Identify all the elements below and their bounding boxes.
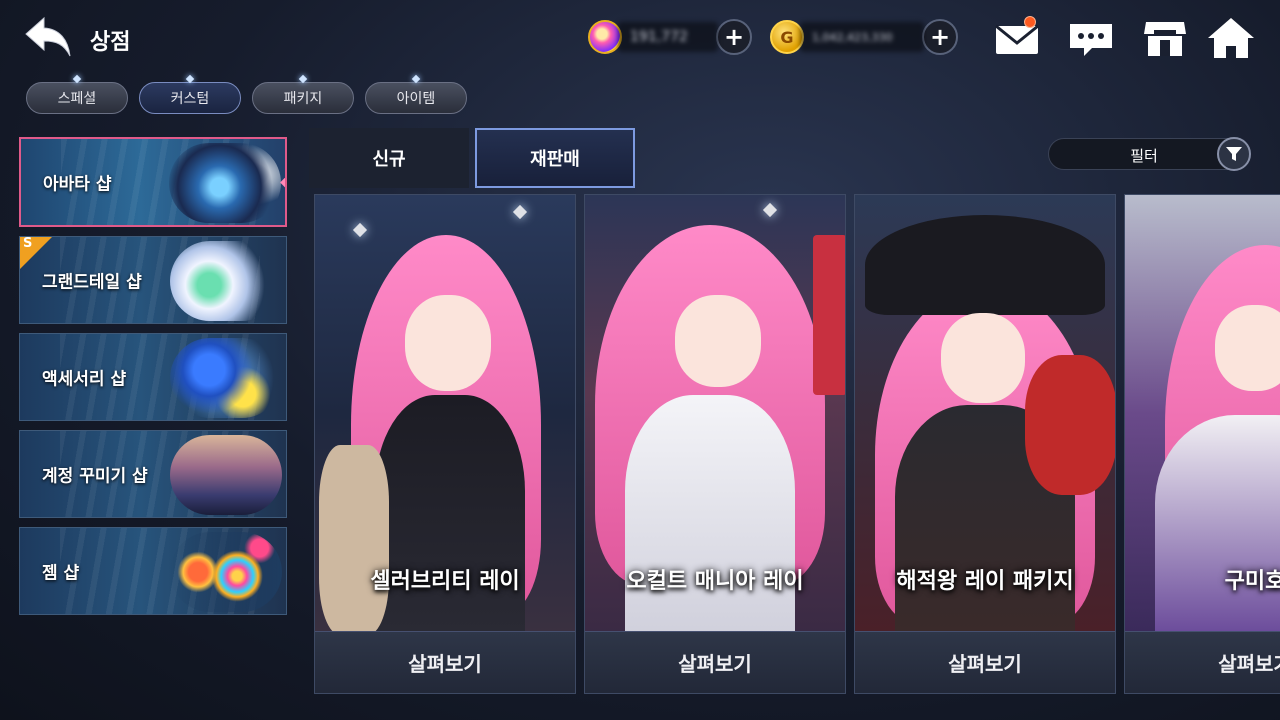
filter-label: 필터 [1130, 147, 1158, 165]
product-card[interactable]: 해적왕 레이 패키지 살펴보기 [854, 194, 1116, 694]
filter-dropdown[interactable]: 필터 [1048, 137, 1251, 171]
tab-item[interactable]: 아이템 [365, 74, 467, 114]
sidebar-item-accessory-shop[interactable]: 액세서리 샵 [19, 333, 287, 421]
sidebar-item-label: 액세서리 샵 [42, 369, 127, 390]
sub-tabs: 신규 재판매 [309, 128, 635, 188]
star-icon [298, 74, 308, 84]
sidebar-item-grandtale-shop[interactable]: S 그랜드테일 샵 [19, 236, 287, 324]
gold-balance: 1,042,423,330 [800, 22, 924, 52]
product-name: 오컬트 매니아 레이 [626, 569, 804, 594]
sidebar-item-label: 아바타 샵 [43, 174, 112, 195]
tab-special[interactable]: 스페셜 [26, 74, 128, 114]
gem-icon [588, 20, 622, 54]
top-bar: 상점 191,772 + G 1,042,423,330 + [0, 0, 1280, 76]
star-icon [185, 74, 195, 84]
sidebar-item-account-decor-shop[interactable]: 계정 꾸미기 샵 [19, 430, 287, 518]
gem-shop-thumbnail [170, 532, 282, 612]
home-icon[interactable] [1206, 16, 1256, 60]
grandtale-shop-thumbnail [170, 241, 282, 321]
shop-icon[interactable] [1140, 16, 1190, 60]
gold-coin-icon: G [770, 20, 804, 54]
view-button[interactable]: 살펴보기 [855, 631, 1115, 693]
add-gem-button[interactable]: + [716, 19, 752, 55]
back-arrow-icon[interactable] [22, 14, 76, 62]
tab-label: 패키지 [283, 91, 323, 107]
tab-custom[interactable]: 커스텀 [139, 74, 241, 114]
tab-new[interactable]: 신규 [309, 128, 469, 188]
tab-package[interactable]: 패키지 [252, 74, 354, 114]
sidebar-item-gem-shop[interactable]: 젬 샵 [19, 527, 287, 615]
add-gold-button[interactable]: + [922, 19, 958, 55]
selection-indicator [280, 176, 285, 189]
gold-currency: G 1,042,423,330 + [770, 18, 958, 56]
product-name: 구미호 [1224, 569, 1280, 594]
account-decor-shop-thumbnail [170, 435, 282, 515]
mail-icon[interactable] [994, 16, 1044, 60]
product-card[interactable]: 셀러브리티 레이 살펴보기 [314, 194, 576, 694]
s-rank-badge-label: S [23, 236, 33, 251]
sidebar-item-avatar-shop[interactable]: 아바타 샵 [19, 137, 287, 227]
tab-label: 아이템 [396, 91, 436, 107]
avatar-shop-thumbnail [169, 143, 281, 223]
product-name: 셀러브리티 레이 [370, 569, 520, 594]
star-icon [72, 74, 82, 84]
tab-label: 스페셜 [57, 91, 97, 107]
product-list: 셀러브리티 레이 살펴보기 오컬트 매니아 레이 살펴보기 해적왕 레이 패키지… [314, 194, 1280, 694]
chat-icon[interactable] [1066, 16, 1116, 60]
star-icon [411, 74, 421, 84]
product-card[interactable]: 구미호 살펴보기 [1124, 194, 1280, 694]
notification-dot [1024, 16, 1036, 28]
shop-sidebar: 아바타 샵 S 그랜드테일 샵 액세서리 샵 계정 꾸미기 샵 젬 샵 [19, 137, 289, 624]
accessory-shop-thumbnail [170, 338, 282, 418]
product-name: 해적왕 레이 패키지 [896, 569, 1074, 594]
tab-resale[interactable]: 재판매 [475, 128, 635, 188]
main-category-tabs: 스페셜 커스텀 패키지 아이템 [26, 74, 467, 114]
sidebar-item-label: 젬 샵 [42, 563, 80, 584]
sidebar-item-label: 계정 꾸미기 샵 [42, 466, 148, 487]
tab-label: 커스텀 [170, 91, 210, 107]
product-card[interactable]: 오컬트 매니아 레이 살펴보기 [584, 194, 846, 694]
view-button[interactable]: 살펴보기 [315, 631, 575, 693]
page-title: 상점 [90, 30, 131, 55]
filter-funnel-icon[interactable] [1217, 137, 1251, 171]
view-button[interactable]: 살펴보기 [585, 631, 845, 693]
gem-currency: 191,772 + [588, 18, 752, 56]
sidebar-item-label: 그랜드테일 샵 [42, 272, 142, 293]
gem-balance: 191,772 [618, 22, 718, 52]
view-button[interactable]: 살펴보기 [1125, 631, 1280, 693]
